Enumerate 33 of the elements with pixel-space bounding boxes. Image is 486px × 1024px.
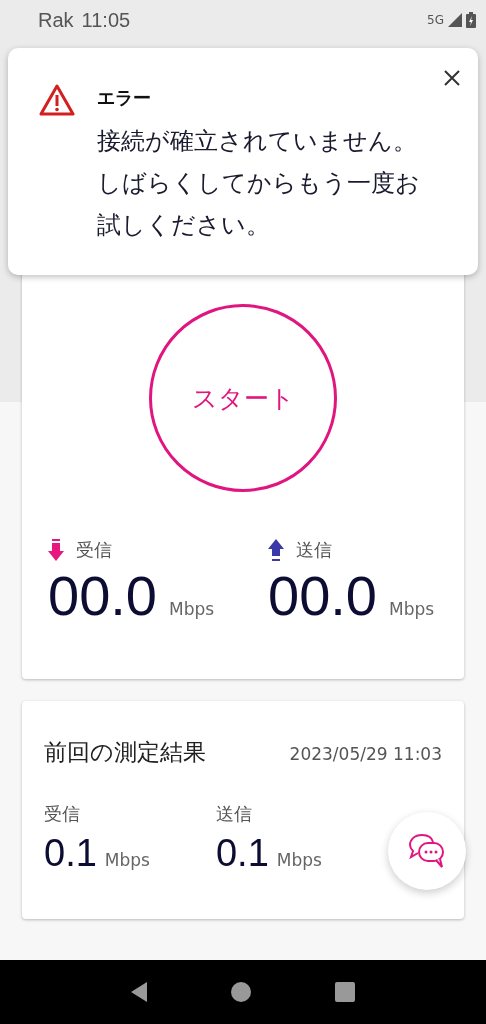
- recents-icon: [335, 982, 355, 1002]
- unit-label: Mbps: [169, 599, 215, 619]
- upload-arrow-icon: [268, 539, 284, 561]
- close-icon: [444, 70, 460, 86]
- chat-bubbles-icon: [408, 833, 446, 869]
- home-button[interactable]: [231, 982, 251, 1002]
- signal-icon: [447, 12, 463, 28]
- warning-icon: [39, 84, 75, 116]
- speed-value: 00.0: [268, 568, 377, 624]
- download-arrow-icon: [48, 539, 64, 561]
- speed-value: 0.1: [215, 834, 269, 872]
- clock-time: 11:05: [81, 8, 131, 32]
- metric-label: 受信: [44, 802, 81, 826]
- speed-value: 0.1: [44, 834, 97, 872]
- metric-label: 送信: [215, 802, 253, 826]
- battery-icon: [466, 12, 476, 28]
- close-button[interactable]: [444, 70, 460, 86]
- network-type: 5G: [427, 13, 444, 27]
- start-button[interactable]: スタート: [149, 304, 337, 492]
- carrier-name: Rak: [38, 8, 74, 32]
- unit-label: Mbps: [389, 599, 435, 619]
- error-message: 接続が確立されていません。しばらくしてからもう一度お試しください。: [97, 126, 421, 241]
- dialog-title: エラー: [97, 86, 152, 110]
- timestamp: 2023/05/29 11:03: [289, 744, 442, 764]
- card-title: 前回の測定結果: [44, 738, 206, 767]
- metric-label: 送信: [296, 538, 332, 562]
- metric-label: 受信: [76, 538, 112, 562]
- home-icon: [231, 982, 251, 1002]
- unit-label: Mbps: [104, 850, 150, 870]
- back-button[interactable]: [131, 982, 147, 1002]
- back-icon: [131, 982, 147, 1002]
- speed-value: 00.0: [48, 568, 157, 624]
- unit-label: Mbps: [276, 850, 322, 870]
